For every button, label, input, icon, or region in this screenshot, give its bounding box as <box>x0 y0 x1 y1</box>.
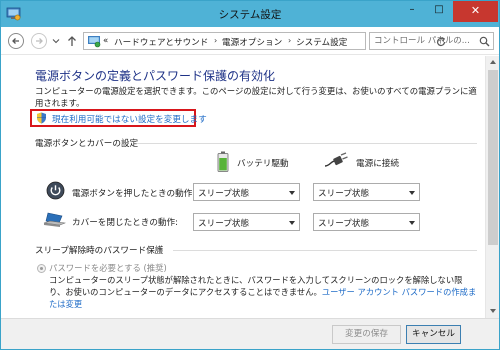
close-button[interactable]: ✕ <box>453 1 498 22</box>
vertical-scrollbar[interactable] <box>485 56 499 318</box>
lid-close-plugged-select[interactable]: スリープ状態 <box>313 213 420 231</box>
power-button-plugged-select[interactable]: スリープ状態 <box>313 183 420 201</box>
battery-column-label: バッテリ駆動 <box>237 159 289 169</box>
uac-shield-icon <box>37 112 46 124</box>
power-button-action-label: 電源ボタンを押したときの動作: <box>72 189 196 199</box>
system-settings-window: システム設定 – □ ✕ « ハードウェアとサウンド › 電源オプション › シ… <box>0 0 500 350</box>
change-unavailable-settings-link[interactable]: 現在利用可能ではない設定を変更します <box>52 113 207 125</box>
page-description: コンピューターの電源設定を選択できます。このページの設定に対して行う変更は、お使… <box>35 86 477 108</box>
chevron-down-icon <box>289 221 295 225</box>
save-changes-button[interactable]: 変更の保存 <box>332 325 401 344</box>
scrollbar-thumb[interactable] <box>488 70 498 245</box>
password-section-title: スリープ解除時のパスワード保護 <box>35 246 164 256</box>
search-icon[interactable] <box>479 36 490 47</box>
breadcrumb-overflow[interactable]: « <box>103 36 108 46</box>
minimize-icon: – <box>409 4 415 15</box>
navigation-bar: « ハードウェアとサウンド › 電源オプション › システム設定 <box>1 27 499 55</box>
address-bar[interactable]: « ハードウェアとサウンド › 電源オプション › システム設定 <box>83 32 446 50</box>
battery-icon <box>217 151 229 172</box>
back-button[interactable] <box>8 33 24 49</box>
select-value: スリープ状態 <box>198 189 250 199</box>
chevron-down-icon <box>409 191 415 195</box>
chevron-down-icon <box>289 191 295 195</box>
section-divider <box>137 143 477 144</box>
require-password-description: コンピューターのスリープ状態が解除されたときに、パスワードを入力してスクリーンの… <box>49 274 477 310</box>
select-value: スリープ状態 <box>318 189 370 199</box>
minimize-button[interactable]: – <box>399 1 425 22</box>
laptop-lid-icon <box>43 212 66 227</box>
recent-locations-chevron-icon[interactable] <box>52 38 60 44</box>
require-password-radio[interactable] <box>37 264 46 273</box>
breadcrumb-power-options[interactable]: 電源オプション <box>222 36 282 48</box>
title-bar[interactable]: システム設定 – □ ✕ <box>1 1 499 27</box>
power-button-battery-select[interactable]: スリープ状態 <box>193 183 300 201</box>
close-icon: ✕ <box>470 4 481 17</box>
lid-close-battery-select[interactable]: スリープ状態 <box>193 213 300 231</box>
lid-close-action-label: カバーを閉じたときの動作: <box>72 218 179 228</box>
search-box[interactable] <box>369 32 494 50</box>
forward-button[interactable] <box>31 33 47 49</box>
power-plug-icon <box>324 152 348 167</box>
select-value: スリープ状態 <box>198 219 250 229</box>
maximize-icon: □ <box>434 4 444 15</box>
page-title: 電源ボタンの定義とパスワード保護の有効化 <box>35 69 276 83</box>
breadcrumb-hardware-sound[interactable]: ハードウェアとサウンド <box>114 36 208 48</box>
select-value: スリープ状態 <box>318 219 370 229</box>
power-button-icon <box>46 181 65 200</box>
breadcrumb-separator[interactable]: › <box>214 36 217 45</box>
breadcrumb-separator[interactable]: › <box>288 36 291 45</box>
scroll-down-icon[interactable] <box>490 309 496 313</box>
back-arrow-icon <box>12 38 19 44</box>
cancel-button[interactable]: キャンセル <box>406 325 461 344</box>
require-password-label: パスワードを必要とする (推奨) <box>49 263 167 273</box>
dialog-footer: 変更の保存 キャンセル <box>1 318 499 349</box>
settings-content: 電源ボタンの定義とパスワード保護の有効化 コンピューターの電源設定を選択できます… <box>1 56 485 318</box>
breadcrumb-system-settings[interactable]: システム設定 <box>296 36 347 48</box>
power-section-title: 電源ボタンとカバーの設定 <box>35 139 139 149</box>
forward-arrow-icon <box>36 38 43 44</box>
control-panel-icon <box>88 36 101 48</box>
scroll-up-icon[interactable] <box>490 60 496 64</box>
plugged-in-column-label: 電源に接続 <box>356 159 399 169</box>
search-input[interactable] <box>374 35 474 47</box>
section-divider <box>173 250 477 251</box>
maximize-button[interactable]: □ <box>426 1 452 22</box>
chevron-down-icon <box>409 221 415 225</box>
up-arrow-icon[interactable] <box>67 35 77 47</box>
